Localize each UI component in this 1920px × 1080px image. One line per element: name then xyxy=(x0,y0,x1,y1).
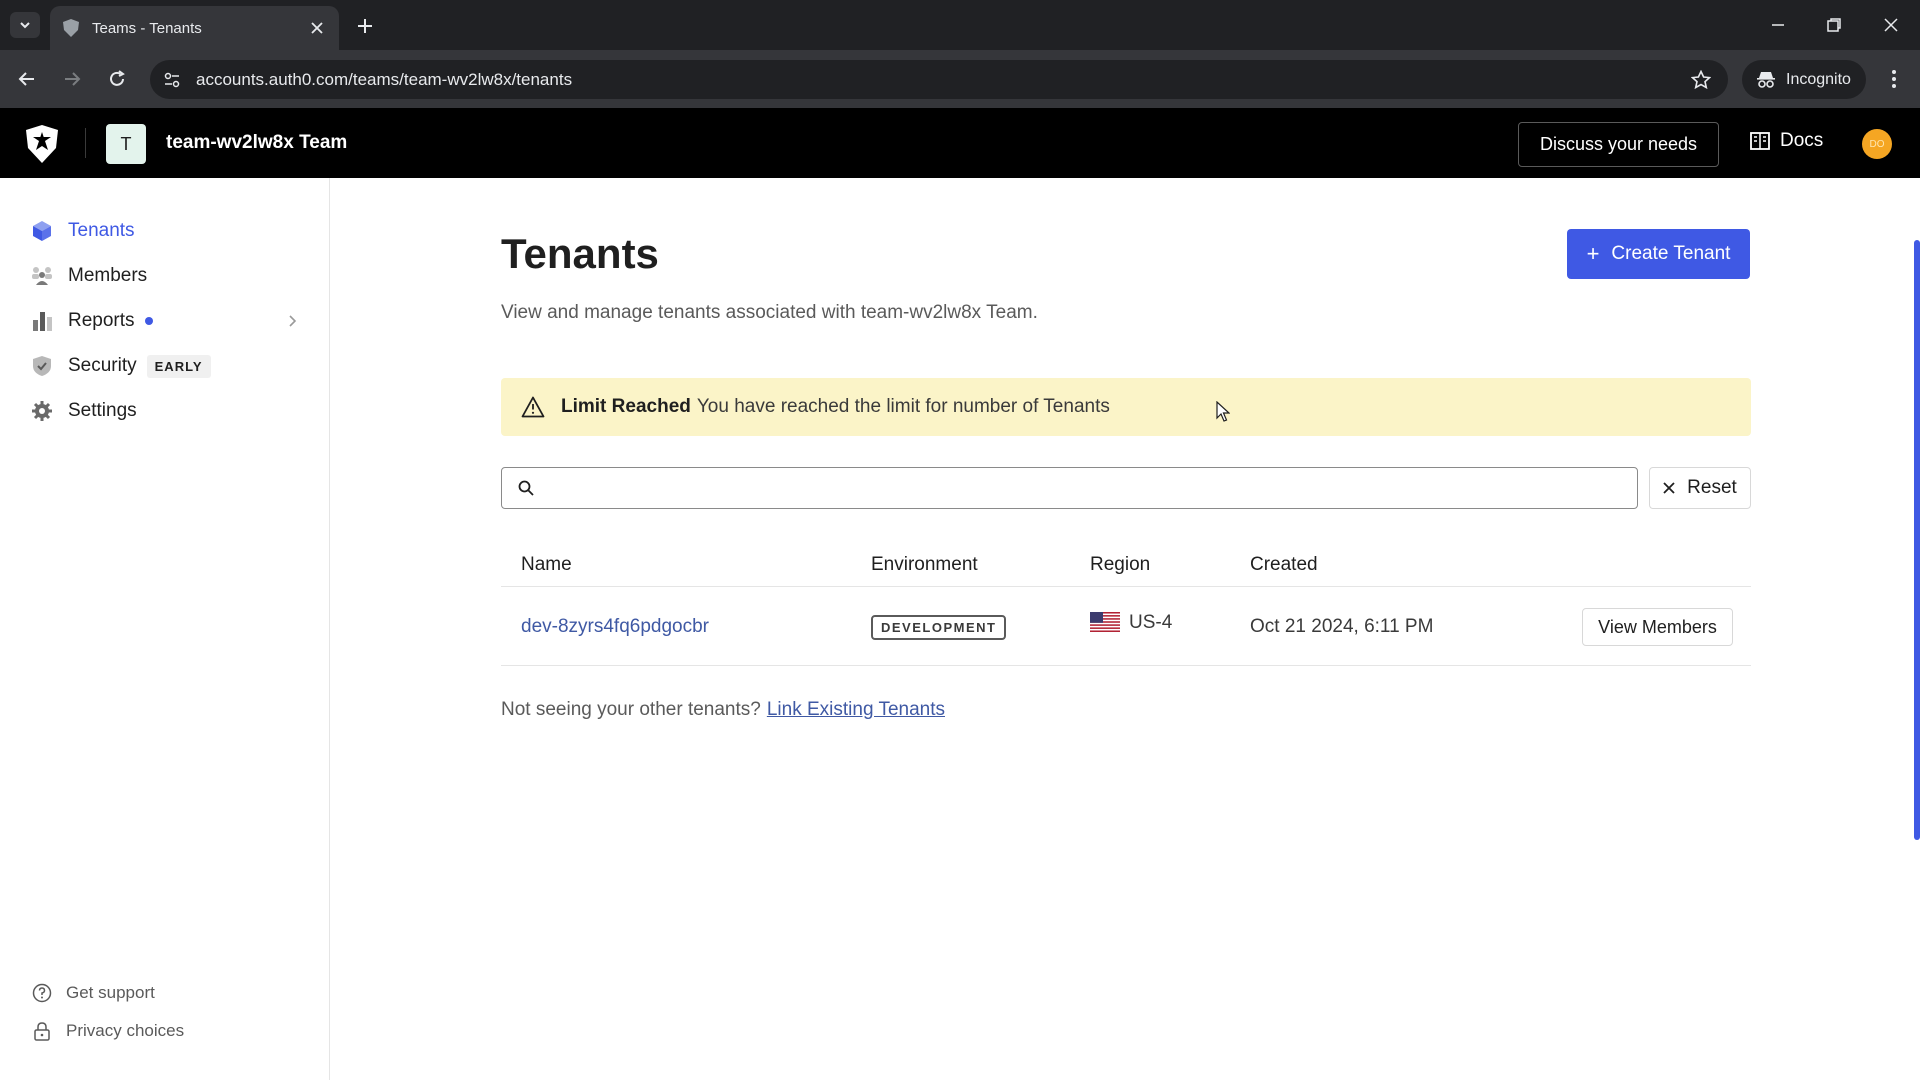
auth0-logo-icon[interactable] xyxy=(24,124,60,164)
early-badge: EARLY xyxy=(146,354,211,378)
sidebar-item-tenants[interactable]: Tenants xyxy=(30,216,135,246)
chevron-down-icon xyxy=(20,22,30,29)
user-avatar[interactable]: DO xyxy=(1862,129,1892,159)
mouse-cursor-icon xyxy=(1216,401,1230,422)
column-header-environment[interactable]: Environment xyxy=(871,554,978,576)
docs-label: Docs xyxy=(1780,130,1824,151)
window-close-icon[interactable] xyxy=(1876,10,1906,40)
tenant-search[interactable] xyxy=(501,467,1638,509)
incognito-indicator[interactable]: Incognito xyxy=(1742,60,1866,99)
warning-triangle-icon xyxy=(521,396,545,418)
back-arrow-icon[interactable] xyxy=(12,64,42,94)
auth0-favicon-icon xyxy=(62,19,80,37)
team-name[interactable]: team-wv2lw8x Team xyxy=(166,132,347,154)
bar-chart-icon xyxy=(30,309,54,333)
forward-arrow-icon[interactable] xyxy=(57,64,87,94)
page-description: View and manage tenants associated with … xyxy=(501,302,1038,323)
tenant-name-link[interactable]: dev-8zyrs4fq6pdgocbr xyxy=(521,616,709,638)
get-support-label: Get support xyxy=(66,983,155,1002)
address-bar[interactable]: accounts.auth0.com/teams/team-wv2lw8x/te… xyxy=(150,60,1728,99)
link-existing-tenants-link[interactable]: Link Existing Tenants xyxy=(767,699,945,720)
docs-link[interactable]: Docs xyxy=(1750,130,1823,152)
column-header-name[interactable]: Name xyxy=(521,554,572,576)
browser-menu-icon[interactable] xyxy=(1880,64,1908,94)
browser-tab-active[interactable]: Teams - Tenants xyxy=(50,6,339,50)
tab-close-icon[interactable] xyxy=(307,18,327,38)
browser-tab-bar: Teams - Tenants xyxy=(0,0,1920,50)
sidebar-item-label: Security xyxy=(68,355,137,376)
environment-badge: DEVELOPMENT xyxy=(871,615,1007,640)
column-header-created[interactable]: Created xyxy=(1250,554,1318,576)
chevron-right-icon[interactable] xyxy=(284,313,300,329)
limit-reached-alert: Limit Reached You have reached the limit… xyxy=(501,378,1751,436)
discuss-needs-button[interactable]: Discuss your needs xyxy=(1518,122,1719,167)
reload-icon[interactable] xyxy=(102,64,132,94)
alert-message: You have reached the limit for number of… xyxy=(696,396,1110,417)
sidebar-item-members[interactable]: Members xyxy=(30,261,147,291)
restore-icon[interactable] xyxy=(1819,10,1849,40)
gear-icon xyxy=(30,399,54,423)
sidebar-item-settings[interactable]: Settings xyxy=(30,396,137,426)
sidebar-item-label: Tenants xyxy=(68,220,135,241)
incognito-label: Incognito xyxy=(1786,70,1851,88)
page-title: Tenants xyxy=(501,230,659,277)
site-info-icon[interactable] xyxy=(162,70,182,90)
reset-button[interactable]: Reset xyxy=(1649,467,1751,509)
bookmark-star-icon[interactable] xyxy=(1690,69,1712,91)
not-seeing-tenants-note: Not seeing your other tenants? Link Exist… xyxy=(501,699,945,721)
table-row-divider xyxy=(501,665,1751,666)
search-input[interactable] xyxy=(548,476,1618,502)
alert-title: Limit Reached xyxy=(561,396,691,417)
app-header: T team-wv2lw8x Team Discuss your needs D… xyxy=(0,108,1920,178)
us-flag-icon xyxy=(1090,612,1120,632)
header-divider xyxy=(85,128,86,158)
column-header-region[interactable]: Region xyxy=(1090,554,1150,576)
search-icon xyxy=(518,480,534,496)
plus-icon: + xyxy=(1586,241,1600,266)
tab-title: Teams - Tenants xyxy=(92,19,202,37)
incognito-icon xyxy=(1756,71,1776,89)
get-support-link[interactable]: Get support xyxy=(32,983,155,1003)
url-text: accounts.auth0.com/teams/team-wv2lw8x/te… xyxy=(196,70,573,89)
reset-label: Reset xyxy=(1687,477,1737,498)
created-value: Oct 21 2024, 6:11 PM xyxy=(1250,616,1434,637)
reports-notification-dot xyxy=(144,317,153,325)
help-circle-icon xyxy=(32,983,52,1003)
tab-search-button[interactable] xyxy=(10,12,40,38)
close-icon xyxy=(1663,482,1675,494)
create-tenant-label: Create Tenant xyxy=(1611,243,1731,264)
sidebar-item-security[interactable]: Security EARLY xyxy=(30,351,211,381)
view-members-button[interactable]: View Members xyxy=(1582,608,1733,646)
lock-icon xyxy=(32,1021,52,1041)
create-tenant-button[interactable]: + Create Tenant xyxy=(1567,229,1750,279)
book-icon xyxy=(1750,132,1770,150)
sidebar-item-label: Reports xyxy=(68,310,135,331)
browser-toolbar: accounts.auth0.com/teams/team-wv2lw8x/te… xyxy=(0,50,1920,108)
team-avatar[interactable]: T xyxy=(106,124,146,164)
sidebar-item-label: Members xyxy=(68,265,148,286)
minimize-icon[interactable] xyxy=(1763,10,1793,40)
table-header-divider xyxy=(501,586,1751,587)
members-icon xyxy=(30,264,54,288)
sidebar-item-reports[interactable]: Reports xyxy=(30,306,153,336)
region-value: US-4 xyxy=(1129,612,1173,633)
shield-check-icon xyxy=(30,354,54,378)
sidebar-item-label: Settings xyxy=(68,400,137,421)
page-scrollbar[interactable] xyxy=(1914,240,1920,840)
new-tab-plus-icon[interactable] xyxy=(352,13,378,39)
cube-icon xyxy=(30,219,54,243)
privacy-choices-link[interactable]: Privacy choices xyxy=(32,1021,184,1041)
privacy-choices-label: Privacy choices xyxy=(66,1021,185,1040)
not-seeing-text: Not seeing your other tenants? xyxy=(501,699,761,720)
